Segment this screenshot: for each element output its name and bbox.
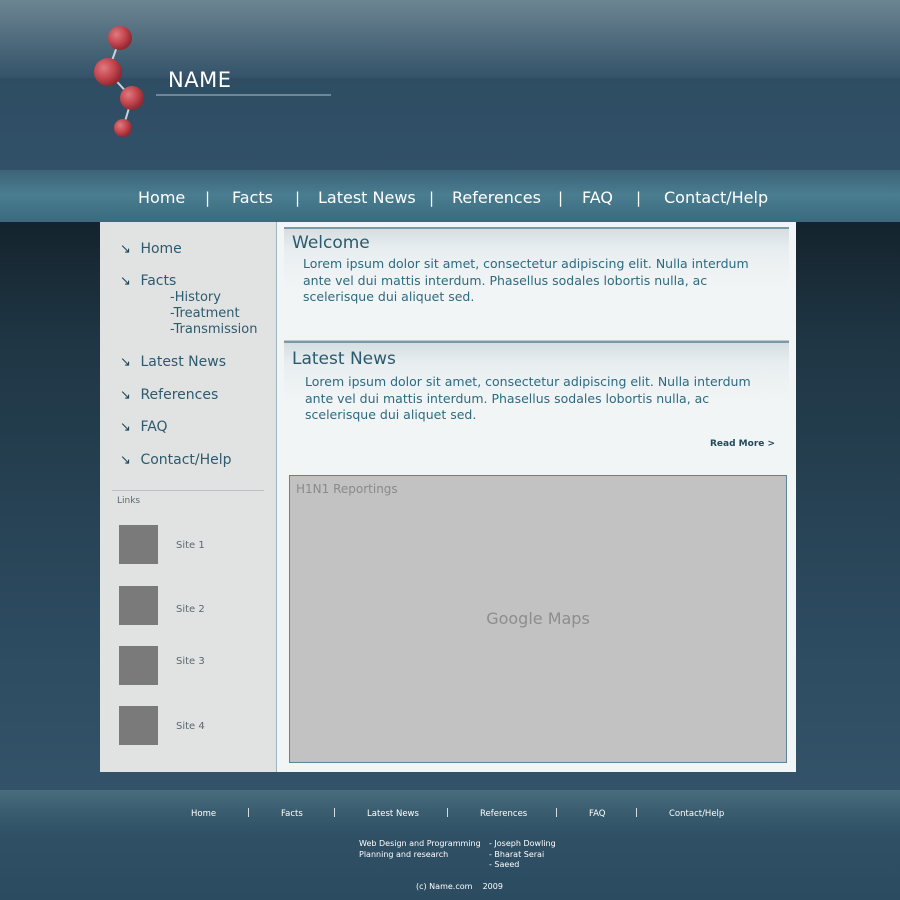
arrow-down-right-icon: ↘ bbox=[120, 420, 131, 435]
nav-faq[interactable]: FAQ bbox=[582, 188, 613, 207]
footer-nav-references[interactable]: References bbox=[480, 809, 527, 819]
latest-news-title: Latest News bbox=[292, 349, 396, 369]
sidebar-item-home[interactable]: ↘ Home bbox=[120, 241, 182, 257]
links-heading: Links bbox=[117, 496, 141, 506]
sidebar-item-label: Latest News bbox=[140, 354, 226, 370]
sidebar-item-label: Facts bbox=[140, 273, 177, 289]
credit-name: - Saeed bbox=[489, 860, 520, 869]
site-link[interactable]: Site 3 bbox=[176, 656, 205, 667]
site-thumbnail[interactable] bbox=[119, 646, 158, 685]
nav-separator: | bbox=[429, 189, 435, 207]
footer-nav-separator: | bbox=[333, 808, 337, 818]
footer-nav-home[interactable]: Home bbox=[191, 809, 216, 819]
credit-role: Web Design and Programming bbox=[359, 839, 481, 848]
sidebar-item-label: FAQ bbox=[140, 419, 168, 435]
footer: Home | Facts | Latest News | References … bbox=[0, 790, 900, 900]
footer-nav-separator: | bbox=[635, 808, 639, 818]
arrow-down-right-icon: ↘ bbox=[120, 242, 131, 257]
nav-separator: | bbox=[205, 189, 211, 207]
footer-nav-separator: | bbox=[247, 808, 251, 818]
arrow-down-right-icon: ↘ bbox=[120, 453, 131, 468]
nav-latest-news[interactable]: Latest News bbox=[318, 188, 416, 207]
copyright: (c) Name.com 2009 bbox=[416, 882, 503, 891]
map-panel[interactable]: H1N1 Reportings Google Maps bbox=[289, 475, 787, 763]
sidebar-item-label: Contact/Help bbox=[140, 452, 232, 468]
site-name: NAME bbox=[168, 68, 232, 92]
nav-contact-help[interactable]: Contact/Help bbox=[664, 188, 768, 207]
sidebar-item-faq[interactable]: ↘ FAQ bbox=[120, 419, 168, 435]
sidebar-item-label: Home bbox=[140, 241, 182, 257]
sidebar-item-latest-news[interactable]: ↘ Latest News bbox=[120, 354, 226, 370]
links-divider bbox=[112, 490, 264, 491]
latest-news-text: Lorem ipsum dolor sit amet, consectetur … bbox=[305, 374, 751, 422]
sidebar-item-label: References bbox=[140, 387, 219, 403]
footer-nav-facts[interactable]: Facts bbox=[281, 809, 303, 819]
nav-references[interactable]: References bbox=[452, 188, 541, 207]
arrow-down-right-icon: ↘ bbox=[120, 355, 131, 370]
site-link[interactable]: Site 2 bbox=[176, 604, 205, 615]
credit-name: - Bharat Serai bbox=[489, 850, 545, 859]
welcome-text: Lorem ipsum dolor sit amet, consectetur … bbox=[303, 256, 749, 304]
read-more-link[interactable]: Read More > bbox=[710, 439, 775, 449]
arrow-down-right-icon: ↘ bbox=[120, 388, 131, 403]
footer-nav-contact-help[interactable]: Contact/Help bbox=[669, 809, 724, 819]
site-thumbnail[interactable] bbox=[119, 586, 158, 625]
logo-molecule-icon bbox=[94, 26, 144, 137]
top-nav: Home | Facts | Latest News | References … bbox=[0, 170, 900, 222]
arrow-down-right-icon: ↘ bbox=[120, 274, 131, 289]
credit-name: - Joseph Dowling bbox=[489, 839, 556, 848]
footer-nav-latest-news[interactable]: Latest News bbox=[367, 809, 419, 819]
sidebar-subitem-treatment[interactable]: -Treatment bbox=[170, 306, 240, 321]
site-name-underline bbox=[156, 94, 331, 96]
site-link[interactable]: Site 4 bbox=[176, 721, 205, 732]
nav-home[interactable]: Home bbox=[138, 188, 185, 207]
footer-nav-separator: | bbox=[555, 808, 559, 818]
site-link[interactable]: Site 1 bbox=[176, 540, 205, 551]
site-thumbnail[interactable] bbox=[119, 525, 158, 564]
footer-nav-separator: | bbox=[446, 808, 450, 818]
sidebar-item-contact-help[interactable]: ↘ Contact/Help bbox=[120, 452, 232, 468]
sidebar-item-facts[interactable]: ↘ Facts bbox=[120, 273, 176, 289]
map-placeholder-label: Google Maps bbox=[486, 609, 590, 628]
credit-role: Planning and research bbox=[359, 850, 449, 859]
nav-facts[interactable]: Facts bbox=[232, 188, 273, 207]
footer-nav-faq[interactable]: FAQ bbox=[589, 809, 605, 819]
sidebar-subitem-transmission[interactable]: -Transmission bbox=[170, 322, 257, 337]
nav-separator: | bbox=[558, 189, 564, 207]
welcome-title: Welcome bbox=[292, 233, 370, 253]
sidebar-subitem-history[interactable]: -History bbox=[170, 290, 221, 305]
nav-separator: | bbox=[295, 189, 301, 207]
sidebar-item-references[interactable]: ↘ References bbox=[120, 387, 218, 403]
map-title: H1N1 Reportings bbox=[296, 482, 398, 496]
site-thumbnail[interactable] bbox=[119, 706, 158, 745]
nav-separator: | bbox=[636, 189, 642, 207]
